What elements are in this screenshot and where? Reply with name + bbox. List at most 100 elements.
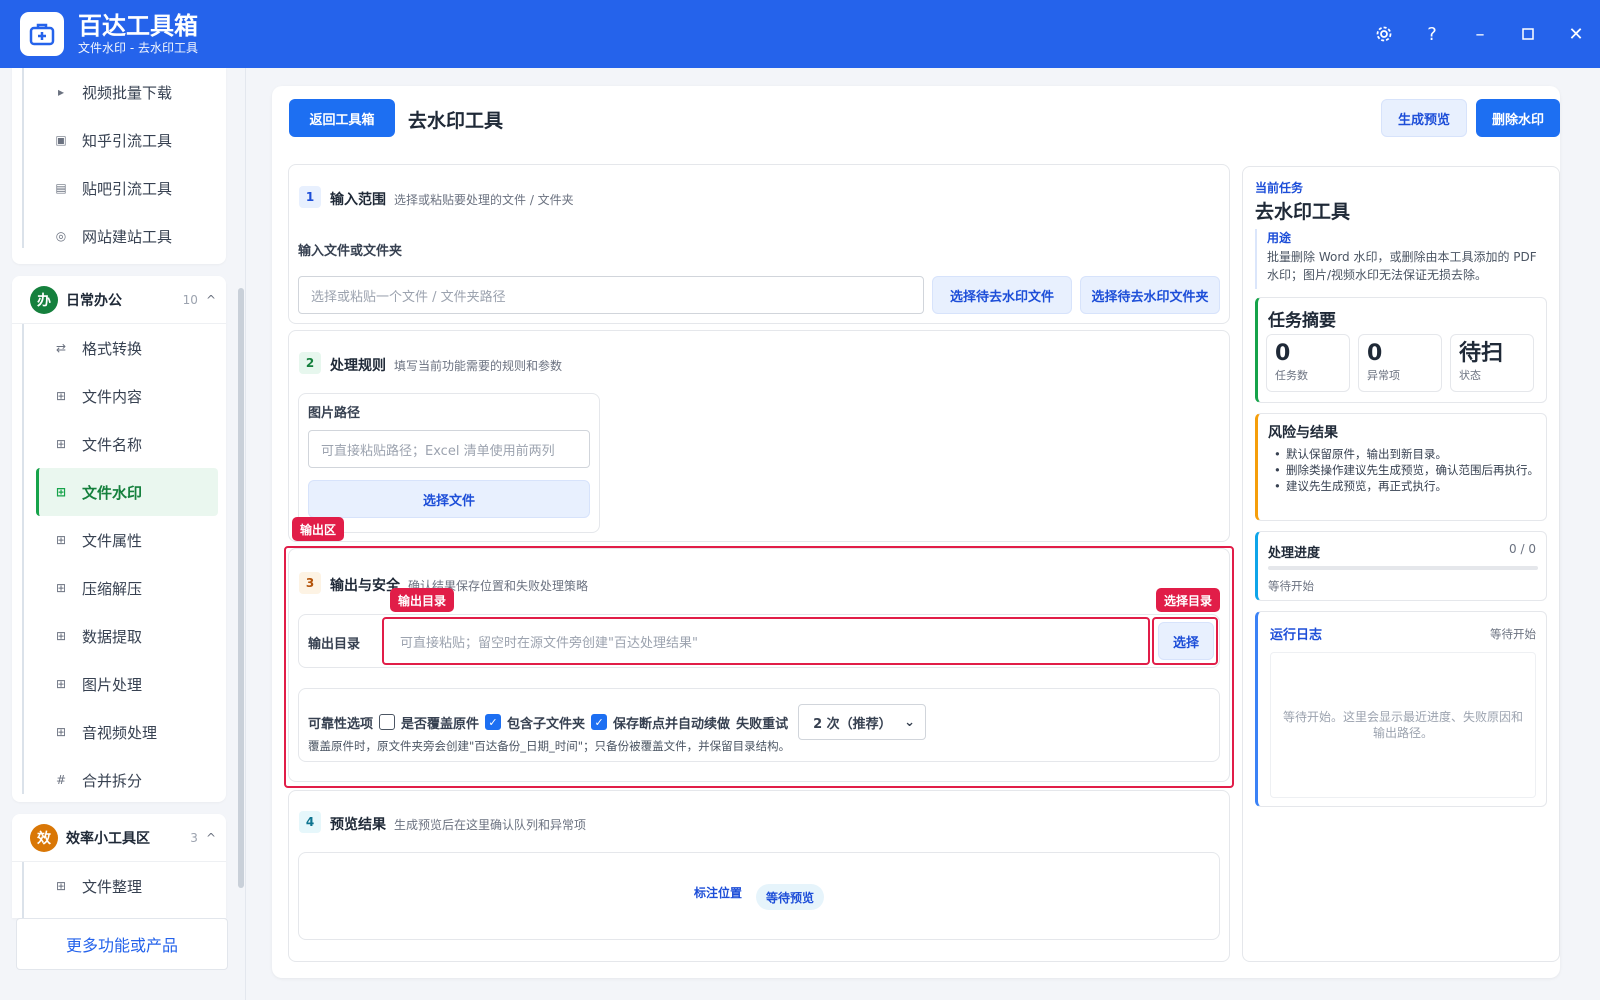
grid-icon: ⊞ bbox=[55, 581, 67, 595]
input-field-label: 输入文件或文件夹 bbox=[298, 244, 403, 259]
usage-text: 批量删除 Word 水印，或删除由本工具添加的 PDF 水印；图片/视频水印无法… bbox=[1267, 250, 1537, 282]
sidebar-item-av-process[interactable]: ⊞ 音视频处理 bbox=[12, 708, 226, 756]
close-icon[interactable]: ✕ bbox=[1552, 0, 1600, 68]
run-log-card: 运行日志 等待开始 等待开始。这里会显示最近进度、失败原因和输出路径。 bbox=[1255, 611, 1547, 807]
group-name: 效率小工具区 bbox=[66, 830, 150, 847]
group-name: 日常办公 bbox=[66, 292, 122, 309]
settings-icon[interactable] bbox=[1360, 0, 1408, 68]
subfolder-checkbox[interactable]: ✓ bbox=[485, 714, 502, 730]
stat-task-count: 0 任务数 bbox=[1266, 334, 1350, 392]
zhihu-icon: ▣ bbox=[55, 133, 67, 147]
sidebar-item-compress[interactable]: ⊞ 压缩解压 bbox=[12, 564, 226, 612]
sidebar-group-media: ▸ 视频批量下载 ▣ 知乎引流工具 ▤ 贴吧引流工具 ◎ 网站建站工具 bbox=[12, 68, 226, 264]
status-badge: 等待预览 bbox=[756, 884, 825, 910]
step-description: 填写当前功能需要的规则和参数 bbox=[394, 359, 563, 373]
grid-icon: ⊞ bbox=[55, 725, 67, 739]
log-output: 等待开始。这里会显示最近进度、失败原因和输出路径。 bbox=[1270, 652, 1536, 798]
sidebar-group-efficiency: 效 效率小工具区 3 ^ ⊞ 文件整理 bbox=[12, 814, 226, 918]
step-description: 生成预览后在这里确认队列和异常项 bbox=[394, 818, 587, 832]
retry-select[interactable]: 2 次（推荐） ⌄ bbox=[798, 704, 927, 740]
sidebar-item-website[interactable]: ◎ 网站建站工具 bbox=[12, 212, 226, 260]
globe-icon: ◎ bbox=[55, 229, 67, 243]
task-summary-card: 任务摘要 0 任务数 0 异常项 待扫 状态 bbox=[1255, 297, 1547, 403]
sidebar-item-file-organize[interactable]: ⊞ 文件整理 bbox=[12, 862, 226, 910]
image-path-field[interactable]: 可直接粘贴路径；Excel 清单使用前两列 bbox=[308, 430, 590, 468]
grid-icon: ⊞ bbox=[55, 485, 67, 499]
log-status: 等待开始 bbox=[1490, 627, 1536, 641]
output-dir-tag: 输出目录 bbox=[390, 588, 455, 612]
choose-file-button[interactable]: 选择文件 bbox=[308, 480, 590, 518]
choose-dir-tag: 选择目录 bbox=[1156, 588, 1221, 612]
tieba-icon: ▤ bbox=[55, 181, 67, 195]
sidebar-group-office: 办 日常办公 10 ^ ⇄ 格式转换 ⊞ 文件内容 ⊞ 文件名称 ⊞ 文件水印 ⊞ 文件属… bbox=[12, 276, 226, 802]
output-dir-label: 输出目录 bbox=[308, 637, 361, 652]
sidebar-item-zhihu[interactable]: ▣ 知乎引流工具 bbox=[12, 116, 226, 164]
app-name: 百达工具箱 bbox=[78, 12, 198, 40]
sidebar: ▸ 视频批量下载 ▣ 知乎引流工具 ▤ 贴吧引流工具 ◎ 网站建站工具 办 日常办公 1… bbox=[0, 68, 246, 1000]
output-region-tag: 输出区 bbox=[292, 517, 345, 541]
maximize-icon[interactable] bbox=[1504, 0, 1552, 68]
retry-label: 失败重试 bbox=[736, 716, 789, 732]
usage-block: 用途 批量删除 Word 水印，或删除由本工具添加的 PDF 水印；图片/视频水… bbox=[1255, 229, 1547, 289]
remove-watermark-button[interactable]: 删除水印 bbox=[1476, 99, 1560, 137]
reliability-options-row: 可靠性选项 是否覆盖原件 ✓ 包含子文件夹 ✓ 保存断点并自动续做 失败重试 2… bbox=[308, 704, 927, 740]
grid-icon: ⊞ bbox=[55, 533, 67, 547]
chevron-down-icon: ⌄ bbox=[904, 714, 916, 730]
sidebar-item-file-watermark[interactable]: ⊞ 文件水印 bbox=[36, 468, 218, 516]
marker-position-label: 标注位置 bbox=[694, 886, 743, 900]
reliability-label: 可靠性选项 bbox=[308, 716, 374, 732]
sidebar-item-merge-split[interactable]: # 合并拆分 bbox=[12, 756, 226, 804]
sidebar-item-image-process[interactable]: ⊞ 图片处理 bbox=[12, 660, 226, 708]
sidebar-item-video-download[interactable]: ▸ 视频批量下载 bbox=[12, 68, 226, 116]
sidebar-item-format-convert[interactable]: ⇄ 格式转换 bbox=[12, 324, 226, 372]
input-path-field[interactable]: 选择或粘贴一个文件 / 文件夹路径 bbox=[298, 276, 924, 314]
chevron-up-icon[interactable]: ^ bbox=[206, 293, 216, 307]
group-count: 3 bbox=[190, 830, 198, 845]
output-dir-highlight bbox=[382, 617, 1150, 665]
select-file-button[interactable]: 选择待去水印文件 bbox=[932, 276, 1072, 314]
sidebar-scrollbar[interactable] bbox=[238, 288, 244, 888]
group-header-office[interactable]: 办 日常办公 10 ^ bbox=[12, 276, 226, 324]
sidebar-item-data-extract[interactable]: ⊞ 数据提取 bbox=[12, 612, 226, 660]
grid-icon: ⊞ bbox=[55, 677, 67, 691]
group-header-efficiency[interactable]: 效 效率小工具区 3 ^ bbox=[12, 814, 226, 862]
image-path-label: 图片路径 bbox=[308, 406, 361, 421]
app-subtitle: 文件水印 - 去水印工具 bbox=[78, 41, 198, 55]
step-title: 处理规则 bbox=[330, 358, 386, 374]
sidebar-item-file-name[interactable]: ⊞ 文件名称 bbox=[12, 420, 226, 468]
progress-status: 等待开始 bbox=[1268, 579, 1314, 593]
help-icon[interactable]: ? bbox=[1408, 0, 1456, 68]
grid-icon: ⊞ bbox=[55, 437, 67, 451]
play-icon: ▸ bbox=[57, 85, 65, 99]
swap-icon: ⇄ bbox=[55, 341, 67, 355]
list-item: 删除类操作建议先生成预览，确认范围后再执行。 bbox=[1272, 462, 1540, 478]
stat-error-count: 0 异常项 bbox=[1358, 334, 1442, 392]
generate-preview-button[interactable]: 生成预览 bbox=[1381, 99, 1467, 137]
grid-icon: ⊞ bbox=[55, 629, 67, 643]
step-title: 预览结果 bbox=[330, 817, 386, 833]
step-number: 3 bbox=[299, 572, 321, 594]
choose-dir-highlight bbox=[1152, 617, 1218, 665]
chevron-up-icon[interactable]: ^ bbox=[206, 831, 216, 845]
sidebar-item-file-content[interactable]: ⊞ 文件内容 bbox=[12, 372, 226, 420]
current-tool-name: 去水印工具 bbox=[1255, 201, 1351, 223]
step-description: 选择或粘贴要处理的文件 / 文件夹 bbox=[394, 193, 574, 207]
group-count: 10 bbox=[182, 292, 198, 307]
usage-label: 用途 bbox=[1267, 231, 1292, 245]
risk-result-card: 风险与结果 默认保留原件，输出到新目录。 删除类操作建议先生成预览，确认范围后再… bbox=[1255, 413, 1547, 521]
minimize-icon[interactable]: – bbox=[1456, 0, 1504, 68]
risk-title: 风险与结果 bbox=[1268, 425, 1338, 441]
sidebar-item-file-attributes[interactable]: ⊞ 文件属性 bbox=[12, 516, 226, 564]
back-to-toolbox-button[interactable]: 返回工具箱 bbox=[289, 99, 395, 137]
log-title: 运行日志 bbox=[1270, 628, 1323, 643]
overwrite-checkbox[interactable] bbox=[379, 714, 396, 730]
step-number: 2 bbox=[299, 352, 321, 374]
list-item: 建议先生成预览，再正式执行。 bbox=[1272, 478, 1540, 494]
more-features-button[interactable]: 更多功能或产品 bbox=[16, 918, 228, 970]
resume-checkbox[interactable]: ✓ bbox=[591, 714, 608, 730]
progress-bar bbox=[1268, 566, 1538, 570]
retry-select-value: 2 次（推荐） bbox=[813, 716, 892, 732]
stat-status: 待扫 状态 bbox=[1450, 334, 1534, 392]
select-folder-button[interactable]: 选择待去水印文件夹 bbox=[1080, 276, 1220, 314]
sidebar-item-tieba[interactable]: ▤ 贴吧引流工具 bbox=[12, 164, 226, 212]
